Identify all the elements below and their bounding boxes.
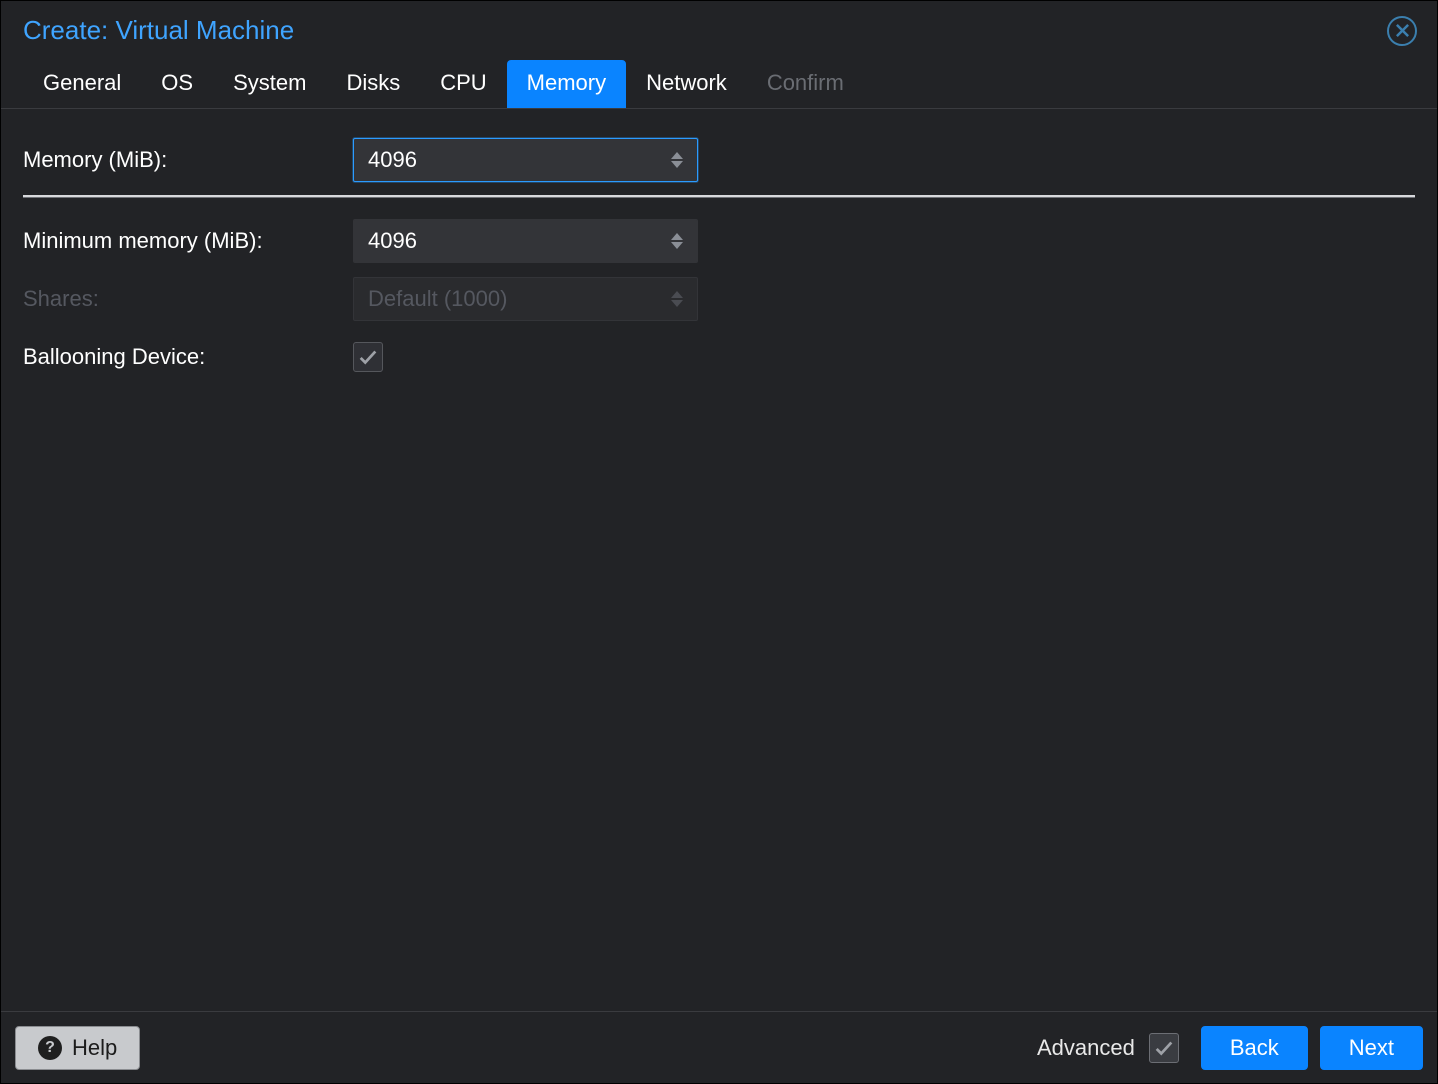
chevron-down-icon xyxy=(671,300,683,307)
footer: ? Help Advanced Back Next xyxy=(1,1011,1437,1083)
tab-os[interactable]: OS xyxy=(141,60,213,108)
chevron-down-icon[interactable] xyxy=(671,161,683,168)
min-memory-spinner[interactable]: 4096 xyxy=(353,219,698,263)
shares-value: Default (1000) xyxy=(354,286,665,312)
next-button[interactable]: Next xyxy=(1320,1026,1423,1070)
section-divider xyxy=(23,195,1415,198)
row-min-memory: Minimum memory (MiB): 4096 xyxy=(23,212,1415,270)
close-icon xyxy=(1395,23,1410,38)
advanced-label: Advanced xyxy=(1037,1035,1135,1061)
chevron-up-icon[interactable] xyxy=(671,152,683,159)
chevron-up-icon xyxy=(671,291,683,298)
tab-memory[interactable]: Memory xyxy=(507,60,626,108)
tab-confirm: Confirm xyxy=(747,60,864,108)
close-button[interactable] xyxy=(1387,16,1417,46)
window-title: Create: Virtual Machine xyxy=(23,15,294,46)
form-area: Memory (MiB): 4096 Minimum memory (MiB):… xyxy=(1,109,1437,386)
shares-steppers xyxy=(665,291,697,307)
row-memory: Memory (MiB): 4096 xyxy=(23,131,1415,189)
help-button[interactable]: ? Help xyxy=(15,1026,140,1070)
tab-disks[interactable]: Disks xyxy=(326,60,420,108)
help-label: Help xyxy=(72,1035,117,1061)
titlebar: Create: Virtual Machine xyxy=(1,1,1437,60)
chevron-down-icon[interactable] xyxy=(671,242,683,249)
shares-label: Shares: xyxy=(23,286,353,312)
back-button[interactable]: Back xyxy=(1201,1026,1308,1070)
ballooning-checkbox[interactable] xyxy=(353,342,383,372)
memory-spinner[interactable]: 4096 xyxy=(353,138,698,182)
dialog-window: Create: Virtual Machine General OS Syste… xyxy=(0,0,1438,1084)
help-icon: ? xyxy=(38,1036,62,1060)
memory-steppers xyxy=(665,152,697,168)
memory-label: Memory (MiB): xyxy=(23,147,353,173)
advanced-checkbox[interactable] xyxy=(1149,1033,1179,1063)
min-memory-label: Minimum memory (MiB): xyxy=(23,228,353,254)
tab-bar: General OS System Disks CPU Memory Netwo… xyxy=(1,60,1437,109)
shares-spinner: Default (1000) xyxy=(353,277,698,321)
min-memory-steppers xyxy=(665,233,697,249)
checkmark-icon xyxy=(357,346,379,368)
chevron-up-icon[interactable] xyxy=(671,233,683,240)
row-shares: Shares: Default (1000) xyxy=(23,270,1415,328)
row-ballooning: Ballooning Device: xyxy=(23,328,1415,386)
checkmark-icon xyxy=(1153,1037,1175,1059)
memory-value[interactable]: 4096 xyxy=(354,147,665,173)
tab-system[interactable]: System xyxy=(213,60,326,108)
tab-network[interactable]: Network xyxy=(626,60,747,108)
tab-cpu[interactable]: CPU xyxy=(420,60,506,108)
tab-general[interactable]: General xyxy=(23,60,141,108)
ballooning-label: Ballooning Device: xyxy=(23,344,353,370)
min-memory-value[interactable]: 4096 xyxy=(354,228,665,254)
